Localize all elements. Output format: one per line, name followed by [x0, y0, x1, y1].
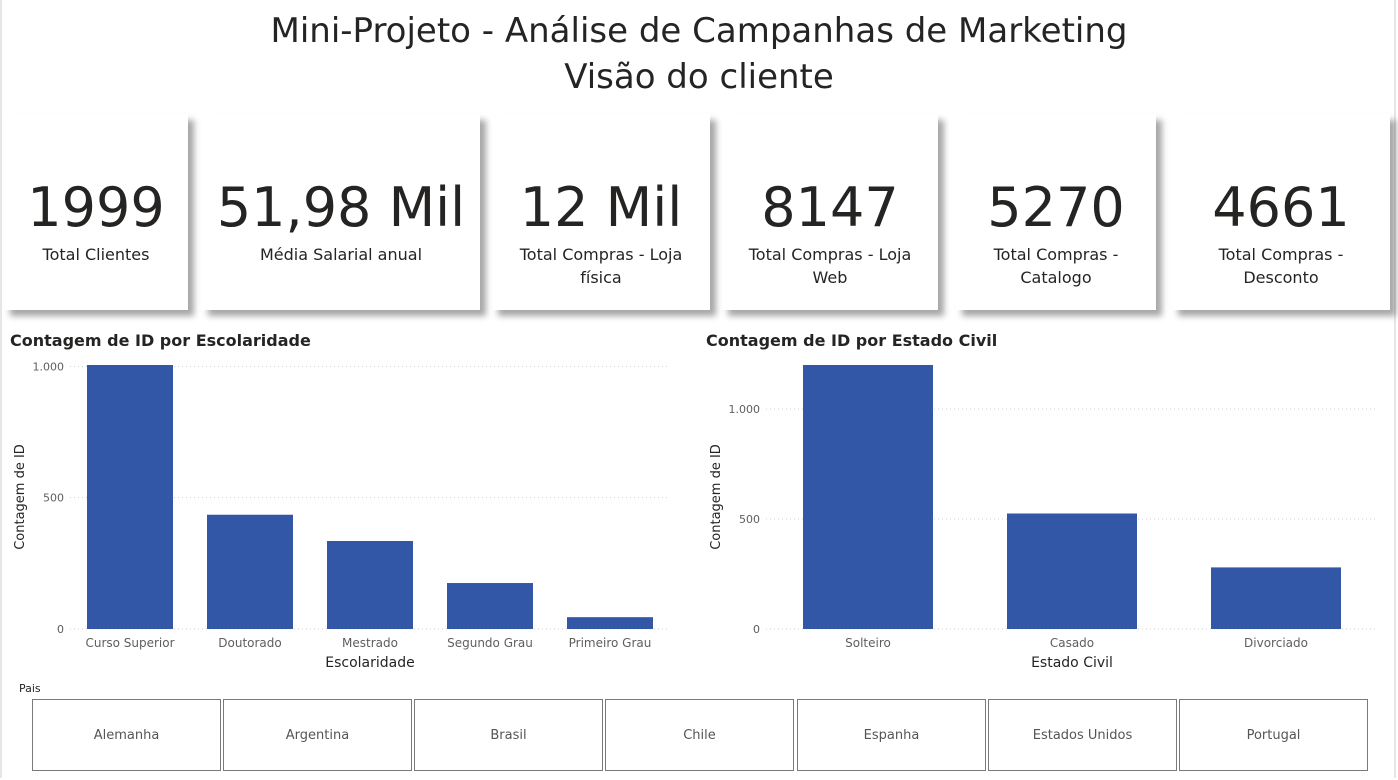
x-tick-label: Solteiro: [845, 636, 891, 650]
y-tick-label: 0: [753, 623, 760, 636]
bar: [87, 365, 173, 629]
kpi-card-total-clientes[interactable]: 1999 Total Clientes: [4, 114, 188, 310]
kpi-card-compras-loja-web[interactable]: 8147 Total Compras - Loja Web: [722, 114, 938, 310]
kpi-card-compras-desconto[interactable]: 4661 Total Compras - Desconto: [1172, 114, 1390, 310]
chart-estado-civil[interactable]: Contagem de ID por Estado Civil 0 500 1.00…: [696, 326, 1396, 676]
x-axis-title: Estado Civil: [1031, 655, 1113, 671]
bar: [207, 514, 293, 629]
kpi-label: Total Compras - Loja física: [519, 245, 683, 287]
report-title: Mini-Projeto - Análise de Campanhas de M…: [270, 11, 1128, 51]
bar: [567, 617, 653, 629]
slicer-option-brasil[interactable]: Brasil: [414, 699, 603, 771]
x-tick-label: Primeiro Grau: [569, 636, 652, 650]
slicer-option-espanha[interactable]: Espanha: [797, 699, 986, 771]
y-axis-title: Contagem de ID: [13, 444, 28, 550]
kpi-value: 51,98 Mil: [216, 176, 466, 239]
kpi-card-media-salarial[interactable]: 51,98 Mil Média Salarial anual: [202, 114, 480, 310]
slicer-option-portugal[interactable]: Portugal: [1179, 699, 1368, 771]
bar: [1007, 513, 1137, 629]
y-tick-label: 0: [57, 623, 64, 636]
slicer-label: Pais: [19, 682, 41, 695]
x-tick-label: Divorciado: [1244, 636, 1308, 650]
slicer-option-argentina[interactable]: Argentina: [223, 699, 412, 771]
kpi-value: 4661: [1212, 176, 1350, 239]
y-tick-label: 500: [739, 513, 760, 526]
chart-escolaridade[interactable]: Contagem de ID por Escolaridade 0 500 1.00…: [0, 326, 690, 676]
y-tick-label: 500: [43, 492, 64, 505]
y-tick-label: 1.000: [33, 360, 65, 373]
bar: [447, 583, 533, 629]
slicer-option-chile[interactable]: Chile: [605, 699, 794, 771]
kpi-value: 1999: [27, 176, 165, 239]
kpi-label: Total Compras - Desconto: [1218, 245, 1344, 287]
kpi-label: Média Salarial anual: [259, 245, 423, 264]
kpi-label: Total Compras - Loja Web: [748, 245, 912, 287]
bar: [1211, 567, 1341, 629]
slicer-option-estados-unidos[interactable]: Estados Unidos: [988, 699, 1177, 771]
x-tick-label: Doutorado: [218, 636, 281, 650]
y-tick-label: 1.000: [729, 403, 761, 416]
x-tick-label: Segundo Grau: [447, 636, 533, 650]
kpi-value: 5270: [987, 176, 1125, 239]
x-axis-title: Escolaridade: [325, 655, 414, 671]
chart-escolaridade-plot: 0 500 1.000 Curso Superior Doutorado Mestrado…: [13, 360, 670, 671]
kpi-label: Total Compras - Catalogo: [993, 245, 1119, 287]
kpi-card-compras-loja-fisica[interactable]: 12 Mil Total Compras - Loja física: [492, 114, 710, 310]
bar: [803, 365, 933, 629]
x-tick-label: Mestrado: [342, 636, 398, 650]
report-subtitle: Visão do cliente: [564, 57, 834, 97]
y-axis-title: Contagem de ID: [709, 444, 724, 550]
x-tick-label: Casado: [1050, 636, 1094, 650]
chart-estado-civil-plot: 0 500 1.000 Solteiro Casado Divorciado Estado …: [709, 365, 1378, 671]
x-tick-label: Curso Superior: [85, 636, 174, 650]
kpi-label: Total Clientes: [42, 245, 150, 264]
slicer-option-alemanha[interactable]: Alemanha: [32, 699, 221, 771]
kpi-card-compras-catalogo[interactable]: 5270 Total Compras - Catalogo: [956, 114, 1156, 310]
kpi-value: 12 Mil: [519, 176, 683, 239]
kpi-value: 8147: [761, 176, 899, 239]
bar: [327, 541, 413, 629]
